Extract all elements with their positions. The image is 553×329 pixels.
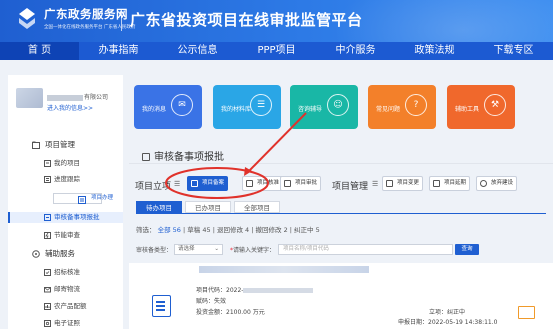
sidebar-item-license[interactable]: 电子证照 bbox=[8, 318, 123, 329]
sidebar-group-project-management[interactable]: 项目管理 bbox=[8, 139, 123, 151]
nav-agency[interactable]: 中介服务 bbox=[316, 42, 395, 60]
filter-draft[interactable]: 草稿 45 bbox=[187, 226, 210, 234]
quota-icon bbox=[44, 303, 51, 310]
status-filter: 筛选： 全部 56 | 草稿 45 | 退回修改 4 | 撤回修改 2 | 纠正… bbox=[136, 226, 320, 234]
project-management-label: 项目管理 bbox=[332, 182, 369, 192]
card-faq[interactable]: 常见问题 ? bbox=[368, 85, 436, 129]
chevron-down-icon: ⌄ bbox=[214, 246, 219, 252]
arrow-icon: ☰ bbox=[372, 180, 379, 188]
project-icon bbox=[44, 160, 51, 167]
handle-icon bbox=[78, 196, 86, 204]
section-icon bbox=[142, 153, 150, 161]
project-change-button[interactable]: 项目变更 bbox=[382, 176, 424, 191]
nav-home[interactable]: 首 页 bbox=[0, 42, 79, 60]
nav-policy[interactable]: 政策法规 bbox=[395, 42, 474, 60]
abandon-construction-button[interactable]: 放弃建设 bbox=[476, 176, 518, 191]
approval-icon bbox=[44, 214, 51, 221]
progress-icon bbox=[44, 176, 51, 183]
tools-icon: ⚒ bbox=[484, 94, 506, 116]
section-heading: 审核备事项报批 bbox=[142, 148, 224, 163]
user-name: 有限公司 bbox=[47, 92, 108, 101]
investment-amount: 投资金额：2100.00 万元 bbox=[196, 309, 265, 316]
sidebar: 有限公司 进入我的信息>> 项目管理 我的项目 进度跟踪 项目办理 审核备事项报… bbox=[8, 75, 123, 329]
card-my-messages[interactable]: 我的消息 ✉ bbox=[134, 85, 202, 129]
envelope-icon[interactable] bbox=[518, 306, 535, 319]
filter-withdrawn[interactable]: 撤回修改 2 bbox=[256, 226, 288, 234]
section-title: 审核备事项报批 bbox=[154, 152, 224, 163]
filter-returned[interactable]: 退回修改 4 bbox=[217, 226, 249, 234]
tab-pending[interactable]: 待办项目 bbox=[136, 201, 182, 213]
project-approval-button[interactable]: 项目核准 bbox=[242, 176, 284, 191]
faq-icon: ? bbox=[405, 94, 427, 116]
sidebar-item-progress[interactable]: 进度跟踪 bbox=[8, 174, 123, 185]
type-select[interactable]: 请选择 ⌄ bbox=[174, 244, 223, 255]
user-panel: 有限公司 进入我的信息>> bbox=[8, 75, 123, 115]
sidebar-group-aux-services[interactable]: 辅助服务 bbox=[8, 248, 123, 260]
redacted-code bbox=[243, 288, 314, 293]
sidebar-item-energy-review[interactable]: 节能审查 bbox=[8, 230, 123, 241]
tab-done[interactable]: 已办项目 bbox=[185, 201, 231, 213]
project-filing-button[interactable]: 项目备案 bbox=[187, 176, 229, 191]
nav-download[interactable]: 下载专区 bbox=[474, 42, 553, 60]
card-consulting[interactable]: 咨询辅导 ☺ bbox=[290, 85, 358, 129]
change-icon bbox=[386, 180, 393, 187]
project-code: 项目代码：2022- bbox=[196, 285, 314, 294]
sidebar-item-bid[interactable]: 招标核准 bbox=[8, 267, 123, 278]
bid-icon bbox=[44, 269, 51, 276]
mail-icon bbox=[44, 287, 51, 293]
main-nav: 首 页 办事指南 公示信息 PPP项目 中介服务 政策法规 下载专区 bbox=[0, 42, 553, 60]
license-icon bbox=[44, 320, 51, 327]
query-button[interactable]: 查询 bbox=[455, 244, 479, 255]
section-divider bbox=[129, 163, 553, 164]
nav-public-info[interactable]: 公示信息 bbox=[158, 42, 237, 60]
avatar bbox=[16, 88, 43, 108]
consult-icon: ☺ bbox=[327, 94, 349, 116]
type-label: 审核备类型： bbox=[136, 247, 173, 254]
approval-doc-icon bbox=[246, 180, 253, 187]
site-header: 广东政务服务网 全国一体化在线政务服务平台 广东省人民政府 广东省投资项目在线审… bbox=[0, 0, 553, 42]
project-approval-label: 项目立项 bbox=[135, 182, 172, 192]
redacted-name bbox=[47, 94, 83, 101]
message-icon: ✉ bbox=[171, 94, 193, 116]
filing-icon bbox=[191, 180, 198, 187]
card-tools[interactable]: 辅助工具 ⚒ bbox=[447, 85, 515, 129]
my-info-link[interactable]: 进入我的信息>> bbox=[47, 103, 93, 112]
sidebar-item-quota[interactable]: 农产品配额 bbox=[8, 301, 123, 312]
main-content: 我的消息 ✉ 我的材料库 ☰ 咨询辅导 ☺ 常见问题 ? 辅助工具 ⚒ 审核备事… bbox=[129, 75, 553, 329]
filter-all[interactable]: 全部 56 bbox=[158, 226, 181, 234]
sidebar-item-mail[interactable]: 邮寄物流 bbox=[8, 284, 123, 295]
arrow-icon: ☰ bbox=[174, 180, 181, 188]
sidebar-item-approval[interactable]: 审核备事项报批 bbox=[8, 212, 123, 223]
tab-all[interactable]: 全部项目 bbox=[234, 201, 280, 213]
apply-date: 申报日期：2022-05-19 14:38:11.0 bbox=[398, 319, 498, 326]
filter-correcting[interactable]: 纠正中 5 bbox=[294, 226, 320, 234]
code-status: 赋码：失效 bbox=[196, 298, 227, 305]
project-extension-button[interactable]: 项目延期 bbox=[429, 176, 471, 191]
logo-icon bbox=[19, 8, 35, 29]
keyword-input[interactable]: 项目名称/项目代码 bbox=[278, 244, 453, 255]
abandon-icon bbox=[480, 180, 487, 187]
extension-icon bbox=[433, 180, 440, 187]
project-review-button[interactable]: 项目审批 bbox=[280, 176, 322, 191]
project-card[interactable]: 项目代码：2022- 赋码：失效 投资金额：2100.00 万元 立项：纠正中 … bbox=[129, 263, 553, 329]
service-icon bbox=[32, 250, 40, 258]
sidebar-group-project-handling[interactable]: 项目办理 bbox=[53, 193, 113, 204]
review-doc-icon bbox=[284, 180, 291, 187]
nav-guide[interactable]: 办事指南 bbox=[79, 42, 158, 60]
redacted-project-title bbox=[199, 266, 369, 273]
page-title: 广东省投资项目在线审批监管平台 bbox=[130, 11, 363, 29]
tab-underline bbox=[136, 213, 546, 214]
materials-icon: ☰ bbox=[250, 94, 272, 116]
document-icon bbox=[152, 295, 171, 317]
card-materials[interactable]: 我的材料库 ☰ bbox=[213, 85, 281, 129]
sidebar-item-my-projects[interactable]: 我的项目 bbox=[8, 158, 123, 169]
keyword-label: *请输入关键字： bbox=[230, 247, 276, 254]
header-divider bbox=[121, 9, 122, 31]
approval-status: 立项：纠正中 bbox=[429, 309, 466, 316]
energy-icon bbox=[44, 232, 51, 239]
nav-ppp[interactable]: PPP项目 bbox=[237, 42, 316, 60]
folder-icon bbox=[32, 141, 40, 149]
